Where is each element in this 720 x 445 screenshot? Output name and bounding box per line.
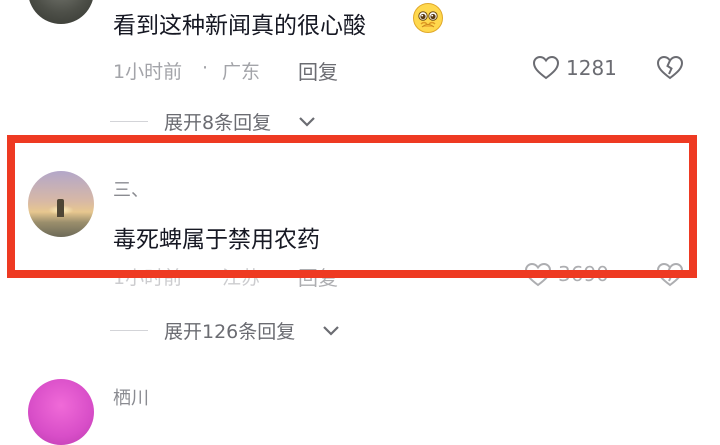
chevron-down-icon: [299, 117, 315, 127]
comment-text: 看到这种新闻真的很心酸: [113, 13, 366, 39]
like-count: 1281: [566, 56, 617, 80]
divider-line: [110, 330, 148, 331]
chevron-down-icon: [323, 326, 339, 336]
user-avatar[interactable]: [28, 379, 94, 445]
pleading-face-emoji-icon: [413, 3, 443, 33]
reply-button[interactable]: 回复: [298, 56, 338, 85]
like-heart-icon[interactable]: [532, 55, 560, 81]
comment-location: 广东: [222, 61, 261, 83]
meta-separator: ·: [202, 57, 209, 79]
highlight-box: [7, 135, 697, 278]
divider-line: [110, 121, 148, 122]
expand-replies-link[interactable]: 展开8条回复: [164, 108, 271, 135]
user-avatar[interactable]: [28, 0, 94, 24]
dislike-broken-heart-icon[interactable]: [656, 55, 684, 81]
expand-replies-link[interactable]: 展开126条回复: [164, 317, 295, 344]
comment-time: 1小时前: [113, 61, 183, 83]
comment-username[interactable]: 栖川: [113, 384, 149, 410]
